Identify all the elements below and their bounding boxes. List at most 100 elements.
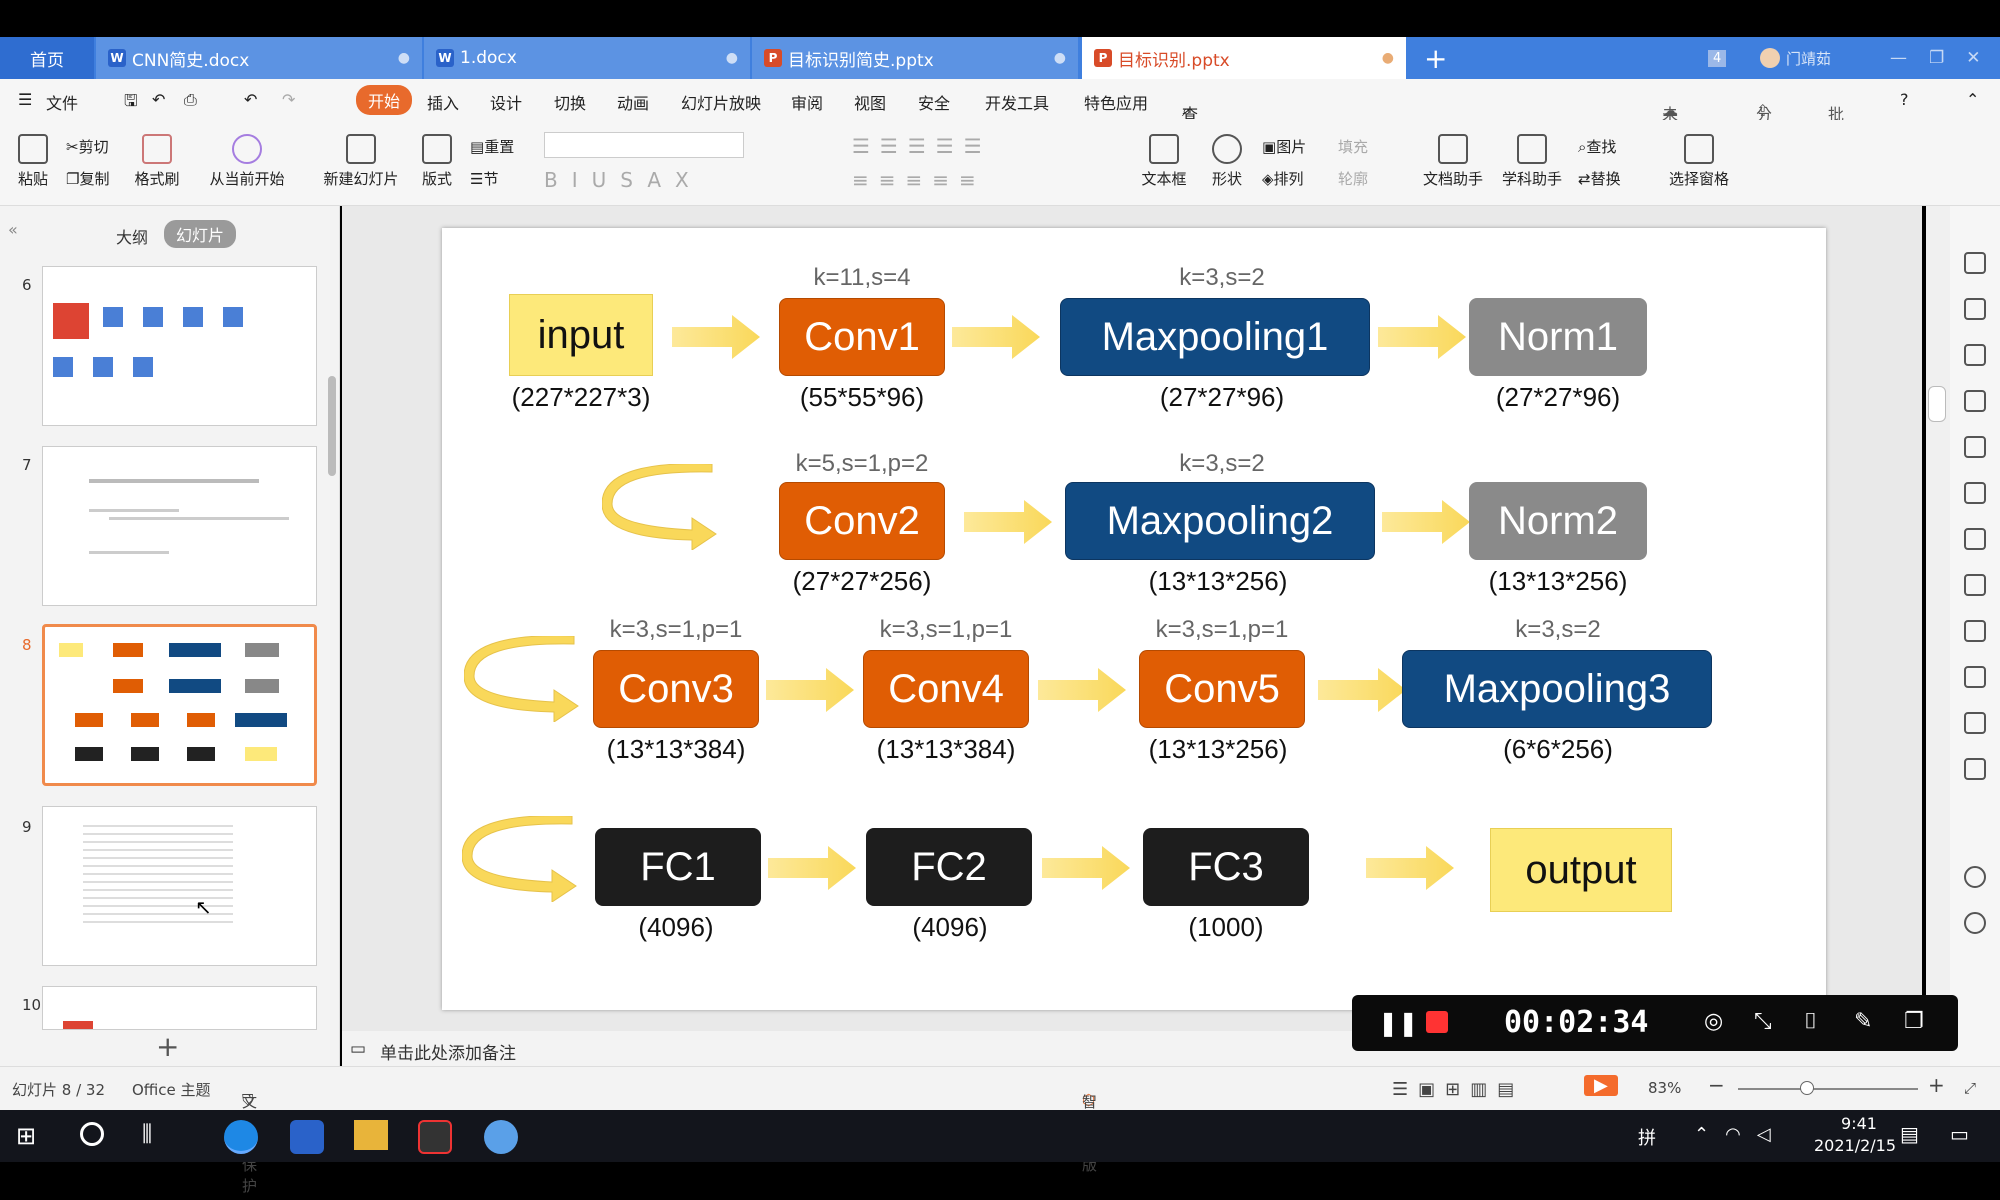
audio-icon[interactable] — [1964, 758, 1986, 780]
undo-arrow-icon[interactable]: ↶ — [244, 90, 257, 109]
task-view-icon[interactable]: ⫼ — [142, 1122, 152, 1147]
clock-time[interactable]: 9:41 — [1814, 1114, 1904, 1133]
undo-icon[interactable]: ↶ — [152, 90, 165, 109]
screenshot-region-icon[interactable]: ◎ — [1704, 1009, 1723, 1034]
print-icon[interactable]: ⎙ — [184, 90, 197, 110]
fill-button[interactable]: 填充 — [1338, 136, 1368, 157]
find-button[interactable]: ⌕查找 — [1578, 136, 1616, 157]
close-icon[interactable]: ● — [1382, 50, 1394, 66]
outline-button[interactable]: 轮廓 — [1338, 168, 1368, 189]
template-icon[interactable] — [1964, 298, 1986, 320]
windows-start-icon[interactable]: ⊞ — [16, 1122, 36, 1150]
subject-helper-button[interactable]: 学科助手 — [1496, 134, 1568, 189]
grid-icon[interactable] — [1964, 436, 1986, 458]
pen-icon[interactable]: ✎ — [1854, 1009, 1872, 1034]
picture-panel-icon[interactable] — [1964, 574, 1986, 596]
shape-button[interactable]: 形状 — [1202, 134, 1252, 189]
menu-view[interactable]: 视图 — [854, 90, 886, 114]
zoom-level[interactable]: 83% — [1648, 1079, 1681, 1097]
slide-thumb-7[interactable] — [42, 446, 317, 606]
menu-slideshow[interactable]: 幻灯片放映 — [681, 90, 761, 114]
tab-home[interactable]: 首页 — [0, 37, 94, 79]
font-family-select[interactable] — [544, 132, 744, 158]
zoom-slider-handle[interactable] — [1800, 1081, 1814, 1095]
star-icon[interactable] — [1964, 252, 1986, 274]
new-slide-button[interactable]: 新建幻灯片 — [316, 134, 406, 189]
tab-cnn-doc[interactable]: W CNN简史.docx ● — [96, 37, 422, 79]
format-painter-button[interactable]: 格式刷 — [132, 134, 182, 189]
expand-icon[interactable]: ❐ — [1904, 1009, 1924, 1034]
pause-button[interactable]: ❚❚ — [1378, 1009, 1418, 1037]
textbox-button[interactable]: 文本框 — [1134, 134, 1194, 189]
menu-devtools[interactable]: 开发工具 — [985, 90, 1049, 114]
tab-recognition-ppt[interactable]: P 目标识别.pptx ● — [1082, 37, 1406, 79]
chart-icon[interactable] — [1964, 482, 1986, 504]
menu-insert[interactable]: 插入 — [427, 90, 459, 114]
menu-animation[interactable]: 动画 — [617, 90, 649, 114]
style-icon[interactable] — [1964, 390, 1986, 412]
zoom-slider[interactable] — [1738, 1088, 1918, 1090]
menu-special[interactable]: 特色应用 — [1084, 90, 1148, 114]
menu-design[interactable]: 设计 — [490, 90, 522, 114]
folder-app-icon[interactable] — [354, 1120, 388, 1150]
recorder-app-icon[interactable] — [418, 1120, 452, 1154]
zoom-out-button[interactable]: − — [1708, 1073, 1725, 1097]
menu-security[interactable]: 安全 — [918, 90, 950, 114]
image-icon[interactable] — [1964, 712, 1986, 734]
text-format-buttons[interactable]: BIUSAX — [544, 168, 703, 192]
layout-button[interactable]: 版式 — [416, 134, 458, 189]
export-icon[interactable] — [1964, 620, 1986, 642]
history-icon[interactable] — [1964, 866, 1986, 888]
minimize-recorder-icon[interactable]: ⤡ — [1754, 1009, 1772, 1034]
settings-icon[interactable] — [1964, 528, 1986, 550]
new-tab-button[interactable]: + — [1418, 37, 1458, 79]
browser-app-icon[interactable] — [224, 1120, 258, 1154]
menu-review[interactable]: 审阅 — [791, 90, 823, 114]
reset-button[interactable]: ▤重置 — [470, 136, 514, 157]
box-icon[interactable] — [1964, 666, 1986, 688]
add-slide-button[interactable]: + — [156, 1030, 179, 1063]
help-icon[interactable] — [1964, 912, 1986, 934]
notes-tray-icon[interactable]: ▤ — [1900, 1122, 1919, 1146]
minimize-icon[interactable]: — — [1890, 48, 1907, 68]
tab-slides[interactable]: 幻灯片 — [164, 220, 237, 248]
tab-history-ppt[interactable]: P 目标识别简史.pptx ● — [752, 37, 1078, 79]
menu-switch[interactable]: 切换 — [554, 90, 586, 114]
hamburger-icon[interactable]: ☰ — [18, 90, 32, 109]
collapse-ribbon-icon[interactable]: ⌃ — [1966, 90, 1979, 109]
replace-button[interactable]: ⇄替换 — [1578, 168, 1621, 189]
canvas-scrollbar[interactable] — [1926, 206, 1950, 1031]
user-menu[interactable]: 门靖茹 — [1760, 37, 1831, 79]
from-current-button[interactable]: 从当前开始 — [202, 134, 292, 189]
tab-1-doc[interactable]: W 1.docx ● — [424, 37, 750, 79]
stop-button[interactable] — [1426, 1011, 1448, 1033]
theme-name[interactable]: Office 主题 — [132, 1079, 211, 1100]
tray-icons[interactable]: ⌃◠◁ — [1694, 1124, 1787, 1145]
ime-indicator[interactable]: 拼 — [1638, 1124, 1656, 1150]
wps-app-icon[interactable] — [290, 1120, 324, 1154]
menu-file[interactable]: 文件 — [46, 90, 78, 114]
help-icon[interactable]: ? — [1900, 90, 1909, 109]
alignment-buttons[interactable]: ≡≡≡≡≡ — [852, 168, 986, 192]
slide-thumb-10[interactable] — [42, 986, 317, 1030]
notification-icon[interactable]: ▭ — [1950, 1122, 1969, 1146]
restore-icon[interactable]: ❐ — [1929, 48, 1944, 68]
redo-icon[interactable]: ↷ — [282, 90, 295, 109]
copy-button[interactable]: ❐复制 — [66, 168, 109, 189]
select-pane-button[interactable]: 选择窗格 — [1666, 134, 1732, 189]
close-window-icon[interactable]: ✕ — [1966, 48, 1980, 68]
save-icon[interactable]: 🖫 — [124, 90, 138, 117]
doc-helper-button[interactable]: 文档助手 — [1420, 134, 1486, 189]
section-button[interactable]: ☰节 — [470, 168, 498, 189]
fit-window-icon[interactable]: ⤢ — [1964, 1079, 1976, 1097]
cut-button[interactable]: ✂剪切 — [66, 136, 109, 157]
close-icon[interactable]: ● — [726, 50, 738, 66]
scroll-thumb[interactable] — [1928, 386, 1946, 422]
tab-count-badge[interactable]: 4 — [1708, 37, 1727, 79]
paste-button[interactable]: 粘贴 — [12, 134, 54, 189]
close-icon[interactable]: ● — [1054, 50, 1066, 66]
shape-panel-icon[interactable] — [1964, 344, 1986, 366]
tab-outline[interactable]: 大纲 — [116, 224, 148, 248]
play-slideshow-button[interactable]: ▶ — [1584, 1075, 1618, 1096]
collapse-panel-icon[interactable]: « — [8, 220, 18, 239]
